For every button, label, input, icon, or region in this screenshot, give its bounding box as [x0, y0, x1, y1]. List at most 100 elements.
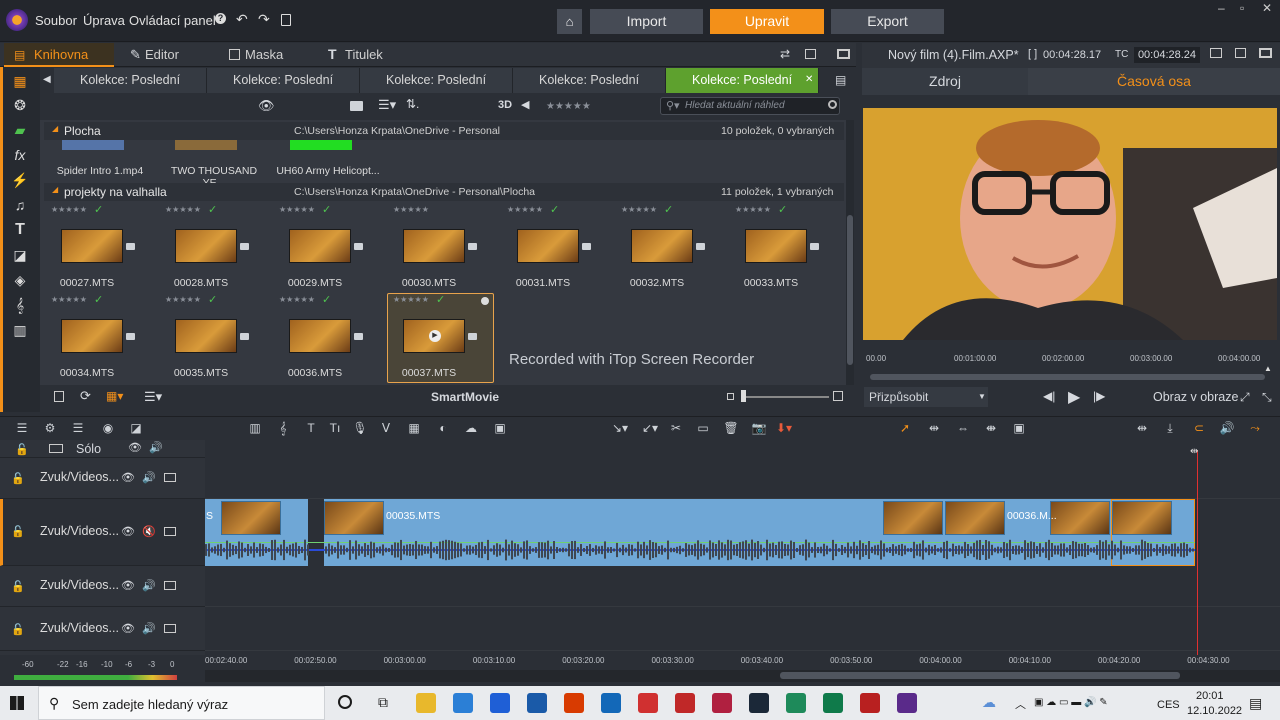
windows-start-icon[interactable] — [10, 696, 24, 710]
clip-thumbnail[interactable] — [1050, 501, 1110, 535]
timeline-scrollbar-thumb[interactable] — [780, 672, 1180, 679]
timeline-scrollbar[interactable] — [205, 670, 1280, 682]
pip-icon[interactable]: ⤢ — [1240, 390, 1250, 405]
app-icon[interactable] — [712, 693, 732, 713]
lock-icon[interactable]: 🔓 — [11, 472, 25, 485]
transitions-icon[interactable]: ⚡ — [10, 170, 30, 190]
close-icon[interactable]: ✕ — [1262, 1, 1272, 15]
tab-collection-4[interactable]: Kolekce: Poslední imp... — [513, 68, 666, 112]
razor-icon[interactable]: ✂ — [668, 420, 684, 436]
track-menu-icon[interactable]: ☰ — [14, 420, 30, 436]
clip-thumbnail[interactable] — [175, 319, 237, 353]
clip-thumbnail[interactable] — [631, 229, 693, 263]
settings-icon[interactable]: ⚙ — [42, 420, 58, 436]
zoom-large-icon[interactable] — [833, 391, 843, 401]
track-header-1[interactable]: 🔓 Zvuk/Videos... 👁 🔊 — [0, 458, 205, 499]
app-icon[interactable] — [527, 693, 547, 713]
cortana-icon[interactable] — [338, 695, 352, 709]
disc-icon[interactable]: ◉ — [100, 420, 116, 436]
track-header-3[interactable]: 🔓 Zvuk/Videos... 👁 🔊 — [0, 566, 205, 607]
clip-rating[interactable]: ★★★★★ — [51, 295, 87, 304]
speaker-muted-icon[interactable]: 🔇 — [142, 525, 156, 538]
eye-icon[interactable]: 👁 — [121, 622, 135, 635]
timeline-lane[interactable] — [205, 566, 1280, 607]
group-header-valhalla[interactable]: ◢ projekty na valhalla C:\Users\Honza Kr… — [44, 183, 844, 201]
tab-collection-1[interactable]: Kolekce: Poslední imp... — [54, 68, 207, 112]
redo-icon[interactable]: ↷ — [258, 11, 270, 28]
tab-editor[interactable]: Editor — [145, 47, 179, 62]
track-monitor-icon[interactable] — [164, 624, 176, 633]
player-scrub-track[interactable] — [870, 374, 1265, 380]
playhead[interactable] — [1197, 450, 1198, 665]
track-monitor-icon[interactable] — [164, 581, 176, 590]
collections-icon[interactable]: ▰ — [10, 120, 30, 140]
rating-filter[interactable]: ★★★★★ — [546, 101, 591, 112]
sync-icon[interactable]: ⟳ — [80, 388, 91, 404]
title-3d-icon[interactable]: Tı — [327, 420, 343, 436]
eye-icon[interactable]: 👁 — [121, 525, 135, 538]
minimize-icon[interactable]: – — [1218, 1, 1225, 15]
thumbnail-size-slider[interactable] — [741, 396, 829, 398]
clip-thumbnail[interactable] — [289, 229, 351, 263]
input-language[interactable]: CES — [1157, 699, 1180, 711]
expand-icon[interactable] — [837, 49, 850, 59]
copy-icon[interactable] — [54, 391, 64, 402]
app-icon[interactable] — [786, 693, 806, 713]
fit-timeline-icon[interactable]: ▣ — [1011, 420, 1027, 436]
clip-thumb-two-thousand[interactable] — [175, 140, 237, 150]
timecode-field[interactable]: 00:04:28.24 — [1134, 47, 1200, 63]
zoom-fit-icon[interactable]: ⇹ — [1134, 420, 1150, 436]
track-header-2[interactable]: 🔓 Zvuk/Videos... 👁 🔇 — [0, 499, 205, 566]
zoom-small-icon[interactable] — [727, 393, 734, 400]
three-d-toggle[interactable]: 3D — [498, 99, 512, 111]
app-icon[interactable] — [675, 693, 695, 713]
speaker-icon[interactable]: 🔊 — [149, 441, 163, 454]
clip-thumbnail[interactable] — [945, 501, 1005, 535]
tray-icons[interactable]: ▣ ☁ ▭ ▬ 🔊 ✎ — [1034, 697, 1108, 708]
clip-rating[interactable]: ★★★★★ — [393, 205, 429, 214]
fit-dropdown[interactable]: Přizpůsobit ▼ — [864, 387, 988, 407]
tab-collection-2[interactable]: Kolekce: Poslední imp... — [207, 68, 360, 112]
track-name[interactable]: Zvuk/Videos... — [40, 470, 119, 484]
tab-title[interactable]: Titulek — [345, 47, 383, 62]
clip-thumbnail[interactable] — [61, 319, 123, 353]
tab-library[interactable]: ▤ Knihovna — [4, 43, 114, 67]
clip-thumbnail[interactable] — [221, 501, 281, 535]
clip-thumbnail[interactable] — [745, 229, 807, 263]
smartmovie-button[interactable]: SmartMovie — [431, 390, 499, 404]
lock-icon[interactable]: 🔓 — [11, 623, 25, 636]
clip-rating[interactable]: ★★★★★ — [279, 205, 315, 214]
speaker-icon[interactable]: 🔊 — [142, 622, 156, 635]
track-name[interactable]: Zvuk/Videos... — [40, 621, 119, 635]
pinnacle-icon[interactable] — [897, 693, 917, 713]
marker-icon[interactable]: ⬇▾ — [776, 420, 792, 436]
step-back-icon[interactable]: ◀| — [1043, 389, 1055, 403]
search-clear-icon[interactable] — [828, 100, 837, 109]
app-icon[interactable] — [638, 693, 658, 713]
speaker-icon[interactable]: 🔊 — [142, 579, 156, 592]
tabs-scroll-left-icon[interactable]: ◀ — [43, 74, 51, 85]
stop-motion-icon[interactable]: ☁ — [463, 420, 479, 436]
clip-thumbnail[interactable] — [175, 229, 237, 263]
view-list-icon[interactable]: ☰▾ — [378, 97, 396, 113]
color-icon[interactable]: ◐ — [435, 420, 451, 436]
timeline-ruler[interactable]: 00:02:40.00 00:02:50.00 00:03:00.00 00:03:1… — [205, 655, 1280, 669]
clock-date[interactable]: 12.10.2022 — [1187, 705, 1242, 717]
title-tool-icon[interactable]: T — [303, 420, 319, 436]
clip-rating[interactable]: ★★★★★ — [165, 295, 201, 304]
import-button[interactable]: Import — [590, 9, 703, 34]
tab-menu-icon[interactable]: ▤ — [835, 73, 846, 87]
export-button[interactable]: Export — [831, 9, 944, 34]
clip-rating[interactable]: ★★★★★ — [507, 205, 543, 214]
clip-rating[interactable]: ★★★★★ — [621, 205, 657, 214]
media-icon[interactable]: ▦ — [10, 71, 30, 91]
app-icon[interactable] — [860, 693, 880, 713]
clip-rating[interactable]: ★★★★★ — [51, 205, 87, 214]
tab-source[interactable]: Zdroj — [862, 68, 1028, 95]
titles-icon[interactable]: T — [10, 220, 30, 240]
collapse-icon[interactable]: ◢ — [52, 185, 58, 194]
folder-icon[interactable] — [350, 101, 363, 111]
list-menu-icon[interactable]: ☰▾ — [144, 389, 162, 405]
menu-file[interactable]: Soubor — [35, 13, 77, 28]
clip-rating[interactable]: ★★★★★ — [165, 205, 201, 214]
